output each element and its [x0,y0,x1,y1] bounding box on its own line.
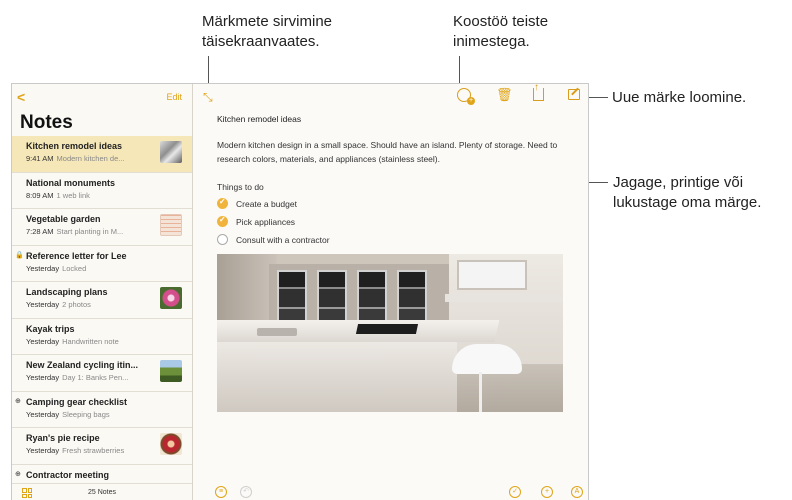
back-button[interactable]: < [17,89,25,105]
leader-fullscreen [208,56,209,84]
note-meta: 7:28 AM Start planting in M... [26,227,124,236]
note-title: Vegetable garden [26,214,101,224]
checkbox-checked-icon[interactable] [217,215,228,227]
compose-icon[interactable] [568,89,580,100]
callout-new-note: Uue märke loomine. [612,89,747,106]
note-title: Kayak trips [26,323,75,334]
todo-label: Create a budget [236,198,297,209]
note-thumbnail [160,360,182,382]
leader-collaborate [459,56,460,84]
note-title: Kitchen remodel ideas [26,141,123,151]
undo-icon[interactable]: ↶ [240,486,252,498]
todo-item[interactable]: Consult with a contractor [217,234,330,245]
note-count: 25 Notes [87,489,117,496]
todo-item[interactable]: Pick appliances [217,215,296,227]
add-icon[interactable]: + [541,486,553,498]
note-row-reference-letter[interactable]: 🔒 Reference letter for Lee Yesterday Lock… [12,246,192,282]
note-row-pie-recipe[interactable]: Ryan's pie recipe Yesterday Fresh strawbe… [12,428,192,465]
todo-label: Pick appliances [236,216,296,227]
shared-icon: ⊕ [15,470,21,478]
todo-item[interactable]: Create a budget [217,197,297,209]
checkbox-checked-icon[interactable] [217,197,228,209]
note-meta: Yesterday Locked [26,263,87,273]
note-thumbnail [160,287,182,309]
note-list: Kitchen remodel ideas 9:41 AM Modern kitc… [12,136,192,500]
kitchen-photo[interactable] [217,254,563,412]
note-meta: Yesterday Fresh strawberries [26,446,125,455]
note-meta: 8:09 AM 1 web link [26,190,90,200]
todo-label: Consult with a contractor [236,234,330,245]
check-circle-icon[interactable]: ✓ [509,486,521,498]
note-title: Camping gear checklist [26,396,128,407]
collaborate-icon[interactable] [457,88,475,105]
note-title: Ryan's pie recipe [26,433,100,443]
shared-icon: ⊕ [15,397,21,405]
note-row-kayak-trips[interactable]: Kayak trips Yesterday Handwritten note [12,319,192,355]
todo-heading[interactable]: Things to do [217,182,264,192]
note-row-landscaping-plans[interactable]: Landscaping plans Yesterday 2 photos [12,282,192,319]
share-icon[interactable] [533,84,544,101]
note-row-camping-gear[interactable]: ⊕ Camping gear checklist Yesterday Sleepi… [12,392,192,428]
note-thumbnail [160,433,182,455]
sidebar-bottom-bar: 25 Notes [12,483,192,500]
note-heading[interactable]: Kitchen remodel ideas [217,114,301,124]
note-title: Reference letter for Lee [26,250,127,261]
callout-share: Jagage, printige või lukustage oma märge… [613,174,762,211]
notes-sidebar: < Edit Notes Kitchen remodel ideas 9:41 … [12,84,193,500]
note-row-vegetable-garden[interactable]: Vegetable garden 7:28 AM Start planting i… [12,209,192,246]
note-meta: 9:41 AM Modern kitchen de... [26,154,125,163]
note-body-text[interactable]: Modern kitchen design in a small space. … [217,138,572,166]
sidebar-title: Notes [20,112,73,133]
note-title: Contractor meeting [26,469,110,480]
note-row-new-zealand[interactable]: New Zealand cycling itin... Yesterday Day… [12,355,192,392]
note-editor: ⤡ 🗑 Kitchen remodel ideas Modern kitchen… [193,84,588,500]
note-row-national-monuments[interactable]: National monuments 8:09 AM 1 web link [12,173,192,209]
note-title: New Zealand cycling itin... [26,360,139,370]
note-meta: Yesterday 2 photos [26,300,91,309]
edit-button[interactable]: Edit [166,92,182,102]
editor-bottom-bar: ≡ ↶ ✓ + A [193,483,588,500]
note-title: National monuments [26,177,116,188]
screen: Märkmete sirvimine täisekraanvaates. Koo… [0,0,792,500]
notes-app: < Edit Notes Kitchen remodel ideas 9:41 … [11,83,589,500]
checklist-icon[interactable]: ≡ [215,486,227,498]
fullscreen-icon[interactable]: ⤡ [203,90,213,105]
lock-icon: 🔒 [15,251,24,259]
callout-collaborate: Koostöö teiste inimestega. [453,13,549,50]
checkbox-empty-icon[interactable] [217,234,228,245]
note-row-kitchen-remodel[interactable]: Kitchen remodel ideas 9:41 AM Modern kitc… [12,136,192,173]
note-meta: Yesterday Handwritten note [26,336,119,346]
trash-icon[interactable]: 🗑 [496,87,513,103]
note-meta: Yesterday Sleeping bags [26,409,110,419]
markup-icon[interactable]: A [571,486,583,498]
note-thumbnail [160,141,182,163]
callout-fullscreen: Märkmete sirvimine täisekraanvaates. [202,13,333,50]
note-meta: Yesterday Day 1: Banks Pen... [26,373,129,382]
note-title: Landscaping plans [26,287,108,297]
note-thumbnail [160,214,182,236]
